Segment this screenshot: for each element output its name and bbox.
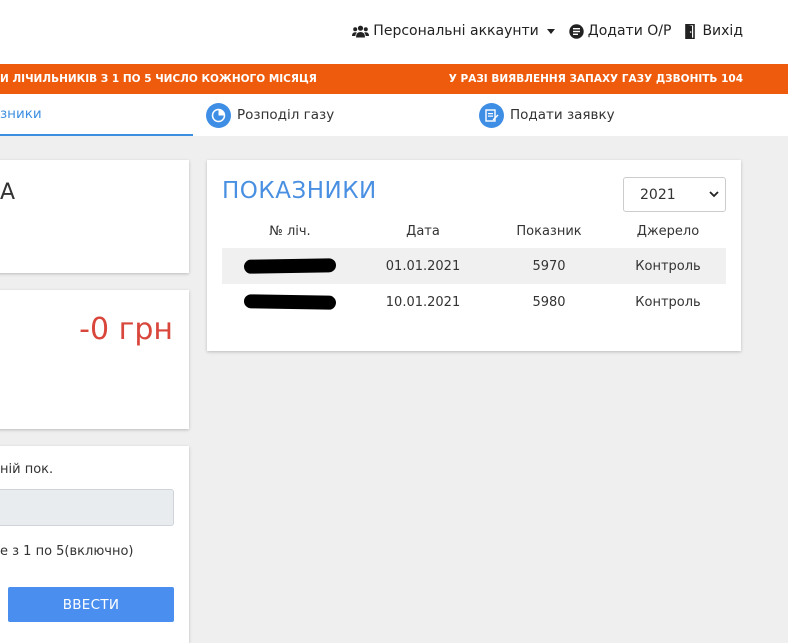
tab-submit-request-label: Подати заявку	[510, 107, 615, 123]
banner-right-text: У РАЗІ ВИЯВЛЕННЯ ЗАПАХУ ГАЗУ ДЗВОНІТЬ 10…	[448, 73, 743, 85]
tab-gas-distribution-label: Розподіл газу	[237, 107, 335, 123]
accounts-dropdown[interactable]: Персональні аккаунти	[352, 23, 555, 39]
announcement-banner: И ЛІЧИЛЬНИКІВ З 1 ПО 5 ЧИСЛО КОЖНОГО МІС…	[0, 64, 788, 94]
balance-card: -0 грн	[0, 290, 189, 429]
pie-chart-icon	[206, 102, 231, 128]
logout-link[interactable]: Вихід	[685, 23, 743, 39]
source-cell: Контроль	[635, 294, 701, 310]
redacted-meter-number	[243, 294, 337, 310]
readings-title: ПОКАЗНИКИ	[222, 178, 377, 204]
meter-form-card: ній пок. е з 1 по 5(включно) ВВЕСТИ	[0, 446, 189, 643]
balance-amount: -0 грн	[79, 312, 173, 347]
tab-readings[interactable]: зники	[0, 94, 193, 136]
add-account-label: Додати О/Р	[587, 23, 672, 39]
submit-reading-button[interactable]: ВВЕСТИ	[8, 587, 174, 622]
account-name-fragment: А	[0, 180, 16, 205]
value-cell: 5970	[532, 258, 566, 274]
meter-number-cell	[222, 248, 358, 284]
readings-card: ПОКАЗНИКИ 2021 № ліч. Дата Показник Джер…	[207, 160, 741, 351]
year-select-value: 2021	[640, 186, 676, 203]
top-header: Персональні аккаунти Додати О/Р Вихід	[0, 0, 788, 64]
tab-gas-distribution[interactable]: Розподіл газу	[206, 94, 334, 136]
top-nav: Персональні аккаунти Додати О/Р Вихід	[352, 23, 743, 39]
logout-label: Вихід	[702, 23, 743, 39]
reading-input-label: ній пок.	[0, 462, 54, 477]
year-select[interactable]: 2021	[623, 177, 726, 212]
add-account-link[interactable]: Додати О/Р	[569, 23, 672, 39]
date-cell: 01.01.2021	[385, 258, 461, 274]
column-header-source: Джерело	[636, 223, 700, 239]
chevron-down-icon	[709, 191, 719, 198]
edit-document-icon	[479, 102, 504, 128]
table-row: 10.01.2021 5980 Контроль	[222, 284, 726, 320]
users-icon	[352, 25, 370, 37]
main-tabs: зники Розподіл газу Подати заявку	[0, 94, 788, 136]
column-header-meter: № ліч.	[269, 223, 311, 239]
date-cell: 10.01.2021	[385, 294, 461, 310]
reading-hint: е з 1 по 5(включно)	[0, 544, 134, 559]
banner-left-text: И ЛІЧИЛЬНИКІВ З 1 ПО 5 ЧИСЛО КОЖНОГО МІС…	[0, 73, 317, 85]
meter-number-cell	[222, 284, 358, 320]
accounts-label: Персональні аккаунти	[373, 23, 539, 39]
column-header-date: Дата	[406, 223, 440, 239]
document-add-icon	[569, 23, 584, 39]
column-header-value: Показник	[516, 223, 582, 239]
table-row: 01.01.2021 5970 Контроль	[222, 248, 726, 284]
account-card: А	[0, 160, 189, 273]
caret-down-icon	[546, 28, 555, 34]
tab-readings-label: зники	[0, 106, 42, 122]
reading-input[interactable]	[0, 489, 174, 526]
door-exit-icon	[685, 23, 696, 39]
value-cell: 5980	[532, 294, 566, 310]
readings-table-header: № ліч. Дата Показник Джерело	[222, 218, 726, 244]
source-cell: Контроль	[635, 258, 701, 274]
tab-submit-request[interactable]: Подати заявку	[479, 94, 615, 136]
redacted-meter-number	[243, 258, 337, 274]
